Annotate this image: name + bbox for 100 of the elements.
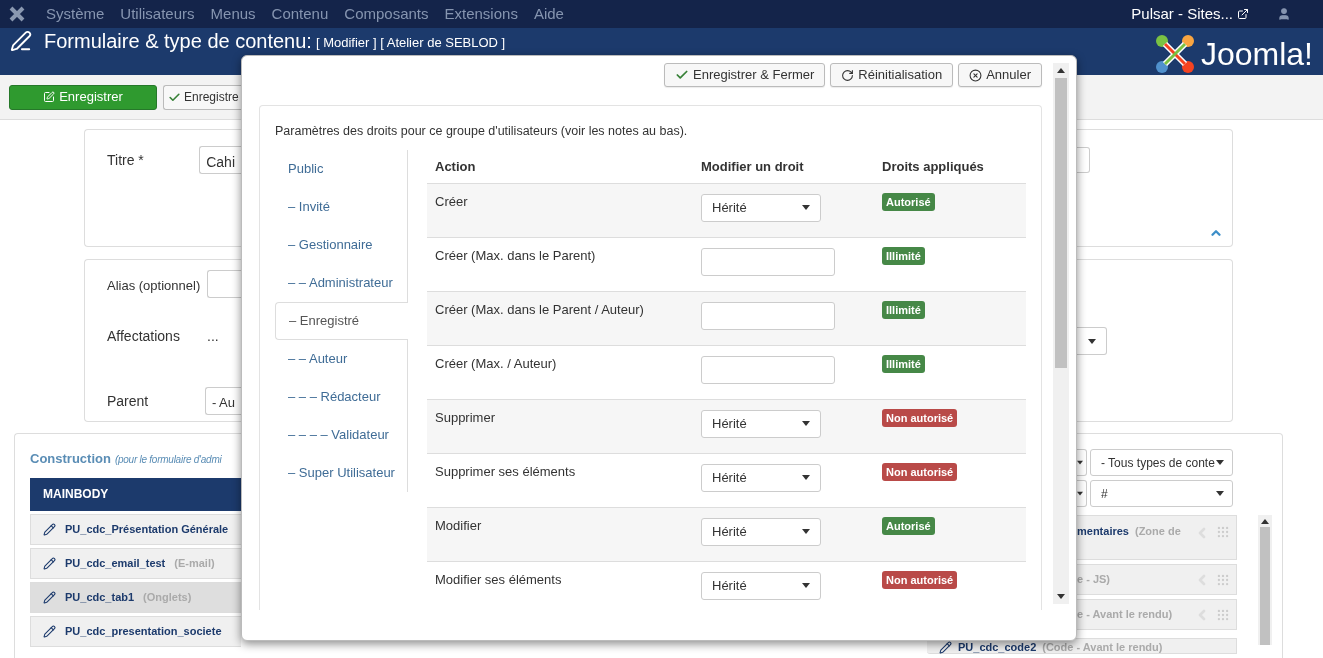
caret-icon xyxy=(1216,460,1224,465)
field-item[interactable]: PU_cdc_email_test (E-mail) xyxy=(30,547,241,579)
caret-icon xyxy=(802,421,810,427)
action-label: Modifier xyxy=(434,516,483,535)
caret-icon xyxy=(802,205,810,211)
field-name: PU_cdc_Présentation Générale xyxy=(65,521,229,537)
edit-icon xyxy=(43,522,56,536)
field-item[interactable]: PU_cdc_presentation_societe xyxy=(30,615,241,647)
check-icon xyxy=(675,68,689,82)
field-type: (E-mail) xyxy=(174,555,215,571)
limit-field[interactable] xyxy=(701,301,835,330)
caret-icon xyxy=(1261,519,1269,524)
user-icon[interactable] xyxy=(1277,7,1291,21)
field-name: PU_cdc_presentation_societe xyxy=(65,623,222,639)
caret-icon xyxy=(802,583,810,589)
status-badge: Non autorisé xyxy=(882,570,958,590)
logo-icon xyxy=(8,5,26,23)
menu-item[interactable]: Contenu xyxy=(263,2,337,26)
status-badge: Non autorisé xyxy=(882,408,958,428)
permission-select[interactable]: Hérité xyxy=(701,409,821,438)
group-tab[interactable]: – – Auteur xyxy=(275,339,408,378)
field-name: PU_cdc_email_test xyxy=(65,555,166,571)
permission-select[interactable]: Hérité xyxy=(701,517,821,546)
page-subtitle: [ Modifier ] [ Atelier de SEBLOD ] xyxy=(315,35,506,51)
group-tab[interactable]: – Enregistré xyxy=(275,301,408,340)
status-badge: Illimité xyxy=(882,300,925,320)
site-link[interactable]: Pulsar - Sites... xyxy=(1131,2,1233,26)
group-tab[interactable]: Public xyxy=(275,149,408,188)
reset-button[interactable]: Réinitialisation xyxy=(830,63,954,87)
edit-icon xyxy=(43,590,56,604)
menu-item[interactable]: Utilisateurs xyxy=(112,2,203,26)
edit-icon xyxy=(43,624,56,638)
edit-icon xyxy=(43,556,56,570)
caret-icon xyxy=(1087,338,1096,344)
limit-field[interactable] xyxy=(701,247,835,276)
action-label: Créer (Max. dans le Parent / Auteur) xyxy=(434,300,645,319)
column-header: Action xyxy=(434,157,477,176)
intro-text: Paramètres des droits pour ce groupe d'utilisateurs (voir les notes au bas). xyxy=(275,123,689,140)
menu-item[interactable]: Composants xyxy=(336,2,437,26)
assignments-value: ... xyxy=(207,327,219,346)
caret-icon xyxy=(1077,460,1083,465)
refresh-icon xyxy=(841,68,855,82)
field-type: e - JS) xyxy=(1077,573,1110,586)
group-tab[interactable]: – – – Rédacteur xyxy=(275,377,408,416)
drag-handle-icon[interactable] xyxy=(1216,572,1230,587)
group-tab[interactable]: – Super Utilisateur xyxy=(275,453,408,492)
menu-item[interactable]: Système xyxy=(38,2,113,26)
scrollbar[interactable] xyxy=(1258,515,1272,645)
caret-icon xyxy=(1216,491,1224,496)
external-link-icon xyxy=(1237,8,1249,20)
edit-icon xyxy=(43,91,56,103)
drag-handle-icon[interactable] xyxy=(1216,525,1230,539)
assignments-label: Affectations xyxy=(107,327,181,346)
action-label: Modifier ses éléments xyxy=(434,570,563,589)
status-badge: Non autorisé xyxy=(882,462,958,482)
caret-icon xyxy=(1057,68,1065,73)
column-header: Modifier un droit xyxy=(701,157,805,176)
cancel-button[interactable]: Annuler xyxy=(958,63,1042,87)
field-item[interactable]: PU_cdc_Présentation Générale xyxy=(30,513,241,545)
field-type: (Zone de xyxy=(1135,525,1181,538)
alias-label: Alias (optionnel) xyxy=(107,277,202,295)
caret-icon xyxy=(802,529,810,535)
page-title: Formulaire & type de contenu: xyxy=(44,30,312,53)
save-button[interactable]: Enregistrer xyxy=(9,84,157,110)
select-field[interactable]: - Tous types de conte xyxy=(1090,449,1233,476)
caret-icon xyxy=(1077,491,1083,496)
title-label: Titre * xyxy=(107,151,145,170)
edit-icon xyxy=(939,641,952,654)
permission-select[interactable]: Hérité xyxy=(701,193,821,222)
group-tab[interactable]: – Invité xyxy=(275,187,408,226)
action-label: Supprimer ses éléments xyxy=(434,462,577,481)
group-tab[interactable]: – Gestionnaire xyxy=(275,225,408,264)
group-tab[interactable]: – – – – Validateur xyxy=(275,415,408,454)
scrollbar[interactable] xyxy=(1053,63,1069,604)
menu-item[interactable]: Extensions xyxy=(436,2,526,26)
caret-icon xyxy=(1057,594,1065,599)
field-name: PU_cdc_code2 xyxy=(958,641,1037,654)
menu-item[interactable]: Aide xyxy=(525,2,572,26)
permission-select[interactable]: Hérité xyxy=(701,571,821,600)
column-header: Droits appliqués xyxy=(882,157,984,176)
save-close-button[interactable]: Enregistrer & Fermer xyxy=(664,63,826,87)
parent-label: Parent xyxy=(107,392,150,411)
field-type: e - Avant le rendu) xyxy=(1077,608,1173,621)
section-subtitle: (pour le formulaire d'admi xyxy=(114,453,222,467)
check-icon xyxy=(168,90,181,104)
status-badge: Illimité xyxy=(882,354,925,374)
field-name: mentaires xyxy=(1077,525,1129,538)
action-label: Supprimer xyxy=(434,408,496,427)
save-button[interactable]: Enregistre xyxy=(163,84,241,110)
permission-select[interactable]: Hérité xyxy=(701,463,821,492)
select-field[interactable]: # xyxy=(1090,480,1233,507)
action-label: Créer (Max. dans le Parent) xyxy=(434,246,597,265)
drag-handle-icon[interactable] xyxy=(1216,607,1230,622)
cancel-icon xyxy=(969,68,983,82)
status-badge: Autorisé xyxy=(882,192,935,212)
group-tab[interactable]: – – Administrateur xyxy=(275,263,408,302)
section-header: MAINBODY xyxy=(30,477,241,511)
menu-item[interactable]: Menus xyxy=(202,2,264,26)
limit-field[interactable] xyxy=(701,355,835,384)
field-item[interactable]: mentaires (Zone de xyxy=(1077,515,1237,560)
